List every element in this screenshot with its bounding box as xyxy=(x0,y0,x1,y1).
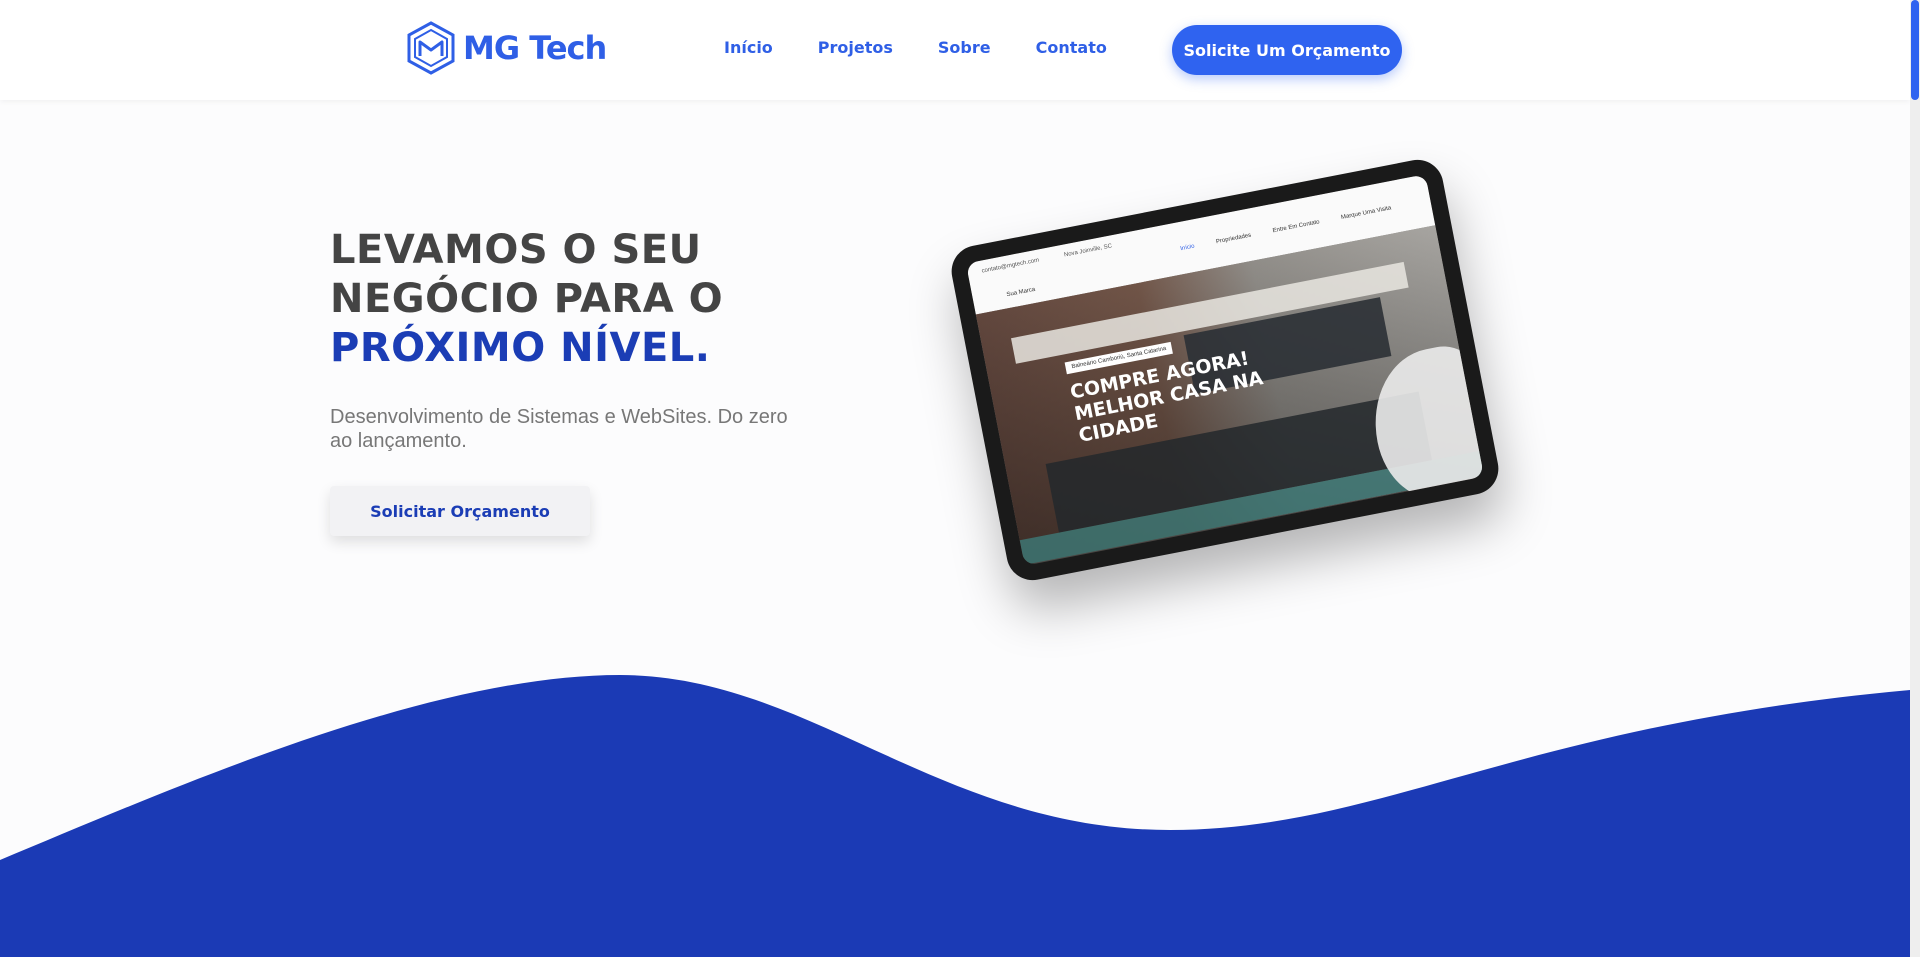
hero-title-accent: PRÓXIMO NÍVEL. xyxy=(330,325,711,371)
tablet-mockup: contato@mgtech.com Nova Joinville, SC Su… xyxy=(947,155,1503,585)
logo-hexagon-icon xyxy=(407,21,455,75)
hero-title-line2: NEGÓCIO PARA O xyxy=(330,276,724,322)
mock-nav-item: Propriedades xyxy=(1215,232,1252,246)
nav-item-inicio[interactable]: Início xyxy=(724,38,773,57)
mock-nav-item: Marque Uma Visita xyxy=(1340,205,1392,221)
main-nav: Início Projetos Sobre Contato xyxy=(724,38,1107,57)
mock-email: contato@mgtech.com xyxy=(981,257,1040,275)
site-header: MG Tech Início Projetos Sobre Contato So… xyxy=(0,0,1910,100)
nav-item-projetos[interactable]: Projetos xyxy=(818,38,893,57)
hero-quote-button[interactable]: Solicitar Orçamento xyxy=(330,486,590,536)
request-quote-button[interactable]: Solicite Um Orçamento xyxy=(1172,25,1402,75)
nav-item-sobre[interactable]: Sobre xyxy=(938,38,991,57)
hero-title: LEVAMOS O SEU NEGÓCIO PARA O PRÓXIMO NÍV… xyxy=(330,226,723,373)
logo[interactable]: MG Tech xyxy=(405,20,607,76)
mock-nav-item: Entre Em Contato xyxy=(1272,219,1321,235)
nav-item-contato[interactable]: Contato xyxy=(1036,38,1107,57)
scrollbar[interactable] xyxy=(1910,0,1920,957)
mock-brand: Sua Marca xyxy=(1006,286,1036,299)
scrollbar-thumb[interactable] xyxy=(1911,0,1919,100)
mock-nav-item: Início xyxy=(1179,243,1196,253)
hero-title-line1: LEVAMOS O SEU xyxy=(330,227,702,273)
mock-location: Nova Joinville, SC xyxy=(1063,243,1113,259)
logo-text: MG Tech xyxy=(463,29,607,67)
wave-decoration xyxy=(0,675,1910,957)
hero-subtitle: Desenvolvimento de Sistemas e WebSites. … xyxy=(330,406,788,452)
tablet-screen: contato@mgtech.com Nova Joinville, SC Su… xyxy=(965,174,1485,566)
tablet-frame: contato@mgtech.com Nova Joinville, SC Su… xyxy=(947,155,1503,585)
